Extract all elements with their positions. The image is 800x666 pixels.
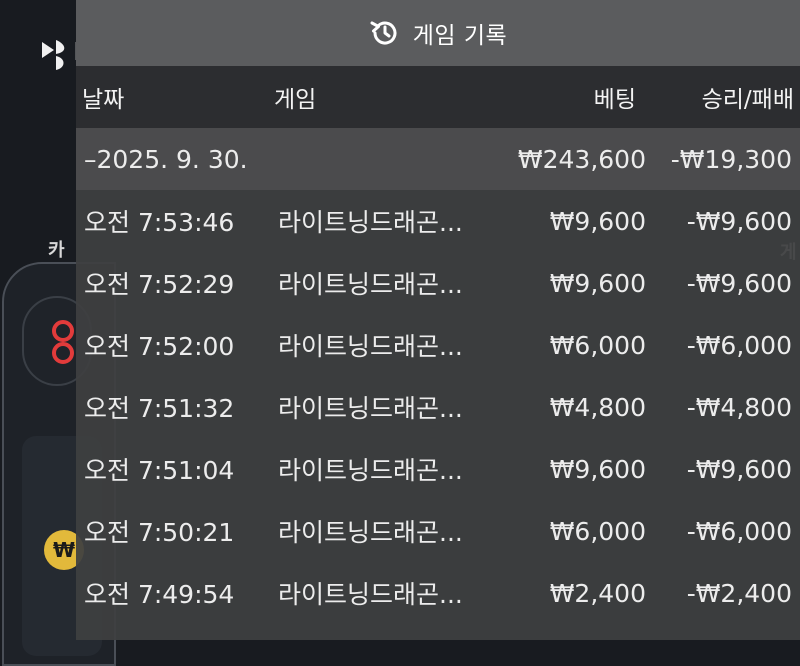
- row-result: -₩2,400: [686, 578, 792, 608]
- panel-header: 게임 기록: [76, 0, 800, 66]
- row-time: 오전 7:49:54: [84, 580, 235, 609]
- row-game: 라이트닝드래곤...: [278, 270, 463, 299]
- table-row[interactable]: 오전 7:49:54 라이트닝드래곤... ₩2,400 -₩2,400: [76, 562, 800, 624]
- row-bet: ₩6,000: [549, 330, 646, 360]
- column-header-date[interactable]: 날짜: [82, 80, 124, 114]
- row-bet: ₩9,600: [549, 454, 646, 484]
- row-game: 라이트닝드래곤...: [278, 394, 463, 423]
- row-result: -₩6,000: [686, 330, 792, 360]
- table-row[interactable]: 오전 7:52:00 라이트닝드래곤... ₩6,000 -₩6,000: [76, 314, 800, 376]
- row-time: 오전 7:52:00: [84, 332, 235, 361]
- row-result: -₩4,800: [686, 392, 792, 422]
- row-time: 오전 7:51:32: [84, 394, 235, 423]
- panel-title: 게임 기록: [412, 23, 508, 49]
- history-icon: [370, 21, 397, 45]
- row-time: 오전 7:53:46: [84, 208, 235, 237]
- row-time: 오전 7:51:04: [84, 456, 235, 485]
- row-game: 라이트닝드래곤...: [278, 456, 463, 485]
- row-bet: ₩9,600: [549, 268, 646, 298]
- table-row[interactable]: 오전 7:53:46 라이트닝드래곤... ₩9,600 -₩9,600: [76, 190, 800, 252]
- game-history-panel: 게임 기록 날짜 게임 베팅 승리/패배 –2025. 9. 30. ₩243,…: [76, 0, 800, 640]
- column-header-game[interactable]: 게임: [274, 80, 316, 114]
- row-bet: ₩9,600: [549, 206, 646, 236]
- row-bet: ₩2,400: [549, 578, 646, 608]
- table-header: 날짜 게임 베팅 승리/패배: [76, 66, 800, 128]
- panel-title-group: 게임 기록: [369, 16, 507, 50]
- table-row[interactable]: 오전 7:52:29 라이트닝드래곤... ₩9,600 -₩9,600: [76, 252, 800, 314]
- date-summary-row[interactable]: –2025. 9. 30. ₩243,600 -₩19,300: [76, 128, 800, 190]
- summary-result: -₩19,300: [670, 144, 792, 174]
- summary-date: –2025. 9. 30.: [84, 144, 248, 174]
- row-result: -₩9,600: [686, 206, 792, 236]
- column-header-result[interactable]: 승리/패배: [702, 80, 794, 114]
- table-row[interactable]: 오전 7:51:32 라이트닝드래곤... ₩4,800 -₩4,800: [76, 376, 800, 438]
- column-header-bet[interactable]: 베팅: [594, 80, 636, 114]
- table-row[interactable]: 오전 7:50:21 라이트닝드래곤... ₩6,000 -₩6,000: [76, 500, 800, 562]
- row-game: 라이트닝드래곤...: [278, 518, 463, 547]
- row-game: 라이트닝드래곤...: [278, 580, 463, 609]
- row-time: 오전 7:50:21: [84, 518, 235, 547]
- row-result: -₩9,600: [686, 268, 792, 298]
- row-result: -₩6,000: [686, 516, 792, 546]
- ring-icon: [52, 342, 74, 364]
- row-result: -₩9,600: [686, 454, 792, 484]
- row-game: 라이트닝드래곤...: [278, 208, 463, 237]
- table-row[interactable]: 오전 7:51:04 라이트닝드래곤... ₩9,600 -₩9,600: [76, 438, 800, 500]
- row-bet: ₩6,000: [549, 516, 646, 546]
- row-bet: ₩4,800: [549, 392, 646, 422]
- category-tab[interactable]: 카: [48, 236, 65, 262]
- summary-bet: ₩243,600: [517, 144, 646, 174]
- row-game: 라이트닝드래곤...: [278, 332, 463, 361]
- brand-logo-icon: [42, 40, 65, 70]
- row-time: 오전 7:52:29: [84, 270, 235, 299]
- ring-icon: [52, 320, 74, 342]
